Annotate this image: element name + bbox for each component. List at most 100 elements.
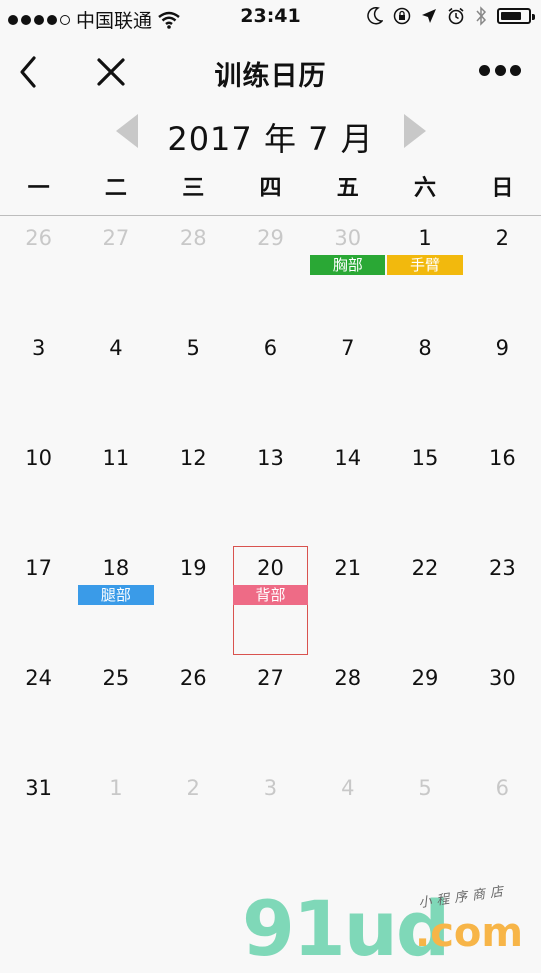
day-number: 25: [102, 666, 130, 690]
rotation-lock-icon: [393, 7, 411, 25]
calendar-day[interactable]: 23: [464, 548, 541, 658]
watermark: 91ud .com 小程序商店: [240, 880, 540, 973]
calendar-day[interactable]: 27: [232, 658, 309, 768]
month-header: 2017 年 7 月: [0, 110, 541, 158]
weekday-label: 二: [104, 176, 127, 201]
calendar-day[interactable]: 10: [0, 438, 77, 548]
header-divider: [0, 215, 541, 216]
day-number: 30: [488, 666, 516, 690]
workout-tag[interactable]: 腿部: [78, 585, 154, 605]
weekday-label: 五: [336, 176, 359, 201]
calendar-day[interactable]: 18 腿部: [77, 548, 154, 658]
calendar-day[interactable]: 26: [0, 218, 77, 328]
calendar-day[interactable]: 11: [77, 438, 154, 548]
calendar-day[interactable]: 4: [309, 768, 386, 878]
calendar-day[interactable]: 26: [155, 658, 232, 768]
day-number: 4: [341, 776, 355, 800]
day-number: 26: [25, 226, 52, 250]
calendar-day[interactable]: 6: [464, 768, 541, 878]
calendar-day-today[interactable]: 20 背部: [232, 546, 309, 658]
day-number: 21: [334, 556, 362, 580]
calendar-week: 26 27 28 29 30 胸部 1 手臂 2: [0, 218, 541, 328]
calendar-day[interactable]: 8: [386, 328, 463, 438]
calendar-day[interactable]: 29: [232, 218, 309, 328]
calendar-day[interactable]: 28: [155, 218, 232, 328]
day-number: 28: [334, 666, 362, 690]
calendar-day[interactable]: 31: [0, 768, 77, 878]
calendar-day[interactable]: 24: [0, 658, 77, 768]
calendar-day[interactable]: 12: [155, 438, 232, 548]
day-number: 18: [102, 556, 130, 580]
calendar-day[interactable]: 16: [464, 438, 541, 548]
nav-bar: 训练日历: [0, 40, 541, 104]
calendar-day[interactable]: 1 手臂: [386, 218, 463, 328]
calendar-day[interactable]: 2: [464, 218, 541, 328]
workout-tag[interactable]: 手臂: [387, 255, 463, 275]
day-number: 10: [25, 446, 52, 470]
weekday-label: 六: [414, 176, 437, 201]
day-number: 5: [418, 776, 432, 800]
calendar-day[interactable]: 2: [155, 768, 232, 878]
calendar-day[interactable]: 7: [309, 328, 386, 438]
day-number: 9: [495, 336, 510, 360]
calendar-day[interactable]: 9: [464, 328, 541, 438]
calendar-day[interactable]: 19: [155, 548, 232, 658]
battery-icon: [497, 8, 535, 24]
calendar-day[interactable]: 13: [232, 438, 309, 548]
calendar-day[interactable]: 14: [309, 438, 386, 548]
calendar-day[interactable]: 22: [386, 548, 463, 658]
calendar-day[interactable]: 29: [386, 658, 463, 768]
calendar-week: 24 25 26 27 28 29 30: [0, 658, 541, 768]
status-bar: 中国联通 23:41: [0, 0, 541, 36]
weekday-label: 一: [27, 176, 50, 201]
calendar-day[interactable]: 30 胸部: [309, 218, 386, 328]
day-number: 29: [257, 226, 284, 250]
weekday-label: 三: [182, 176, 205, 201]
page-title: 训练日历: [214, 61, 327, 92]
day-number: 15: [411, 446, 439, 470]
calendar-day[interactable]: 21: [309, 548, 386, 658]
calendar-day[interactable]: 3: [232, 768, 309, 878]
day-number: 19: [179, 556, 207, 580]
day-number: 4: [109, 336, 123, 360]
calendar-day[interactable]: 4: [77, 328, 154, 438]
moon-icon: [367, 7, 383, 25]
calendar-day[interactable]: 6: [232, 328, 309, 438]
workout-tag[interactable]: 胸部: [310, 255, 386, 275]
calendar-day[interactable]: 1: [77, 768, 154, 878]
location-arrow-icon: [422, 9, 436, 23]
calendar-day[interactable]: 5: [386, 768, 463, 878]
day-number: 12: [179, 446, 207, 470]
watermark-domain: .com: [415, 910, 524, 956]
day-number: 24: [25, 666, 52, 690]
calendar-week: 31 1 2 3 4 5 6: [0, 768, 541, 878]
workout-tag[interactable]: 背部: [232, 585, 309, 605]
day-number: 27: [102, 226, 130, 250]
more-dots-icon[interactable]: [479, 62, 521, 78]
calendar-day[interactable]: 28: [309, 658, 386, 768]
calendar-day[interactable]: 15: [386, 438, 463, 548]
day-number: 30: [334, 226, 362, 250]
day-number: 13: [257, 446, 284, 470]
calendar-day[interactable]: 27: [77, 218, 154, 328]
bluetooth-icon: [476, 6, 487, 26]
day-number: 1: [109, 776, 123, 800]
calendar-day[interactable]: 17: [0, 548, 77, 658]
calendar-day[interactable]: 5: [155, 328, 232, 438]
day-number: 23: [488, 556, 516, 580]
day-number: 2: [186, 776, 200, 800]
calendar-grid: 26 27 28 29 30 胸部 1 手臂 2 3 4 5 6 7 8 9 10 11 12 13 14 15 16 17 1…: [0, 218, 541, 878]
status-right: [367, 6, 535, 26]
day-number: 2: [495, 226, 510, 250]
next-month-icon[interactable]: [404, 114, 426, 148]
calendar-day[interactable]: 25: [77, 658, 154, 768]
calendar-week: 10 11 12 13 14 15 16: [0, 438, 541, 548]
calendar-day[interactable]: 3: [0, 328, 77, 438]
calendar-day[interactable]: 30: [464, 658, 541, 768]
weekday-label: 四: [259, 176, 282, 201]
day-number: 7: [341, 336, 355, 360]
day-number: 11: [102, 446, 130, 470]
weekday-label: 日: [491, 176, 514, 201]
day-number: 6: [263, 336, 278, 360]
day-number: 22: [411, 556, 439, 580]
